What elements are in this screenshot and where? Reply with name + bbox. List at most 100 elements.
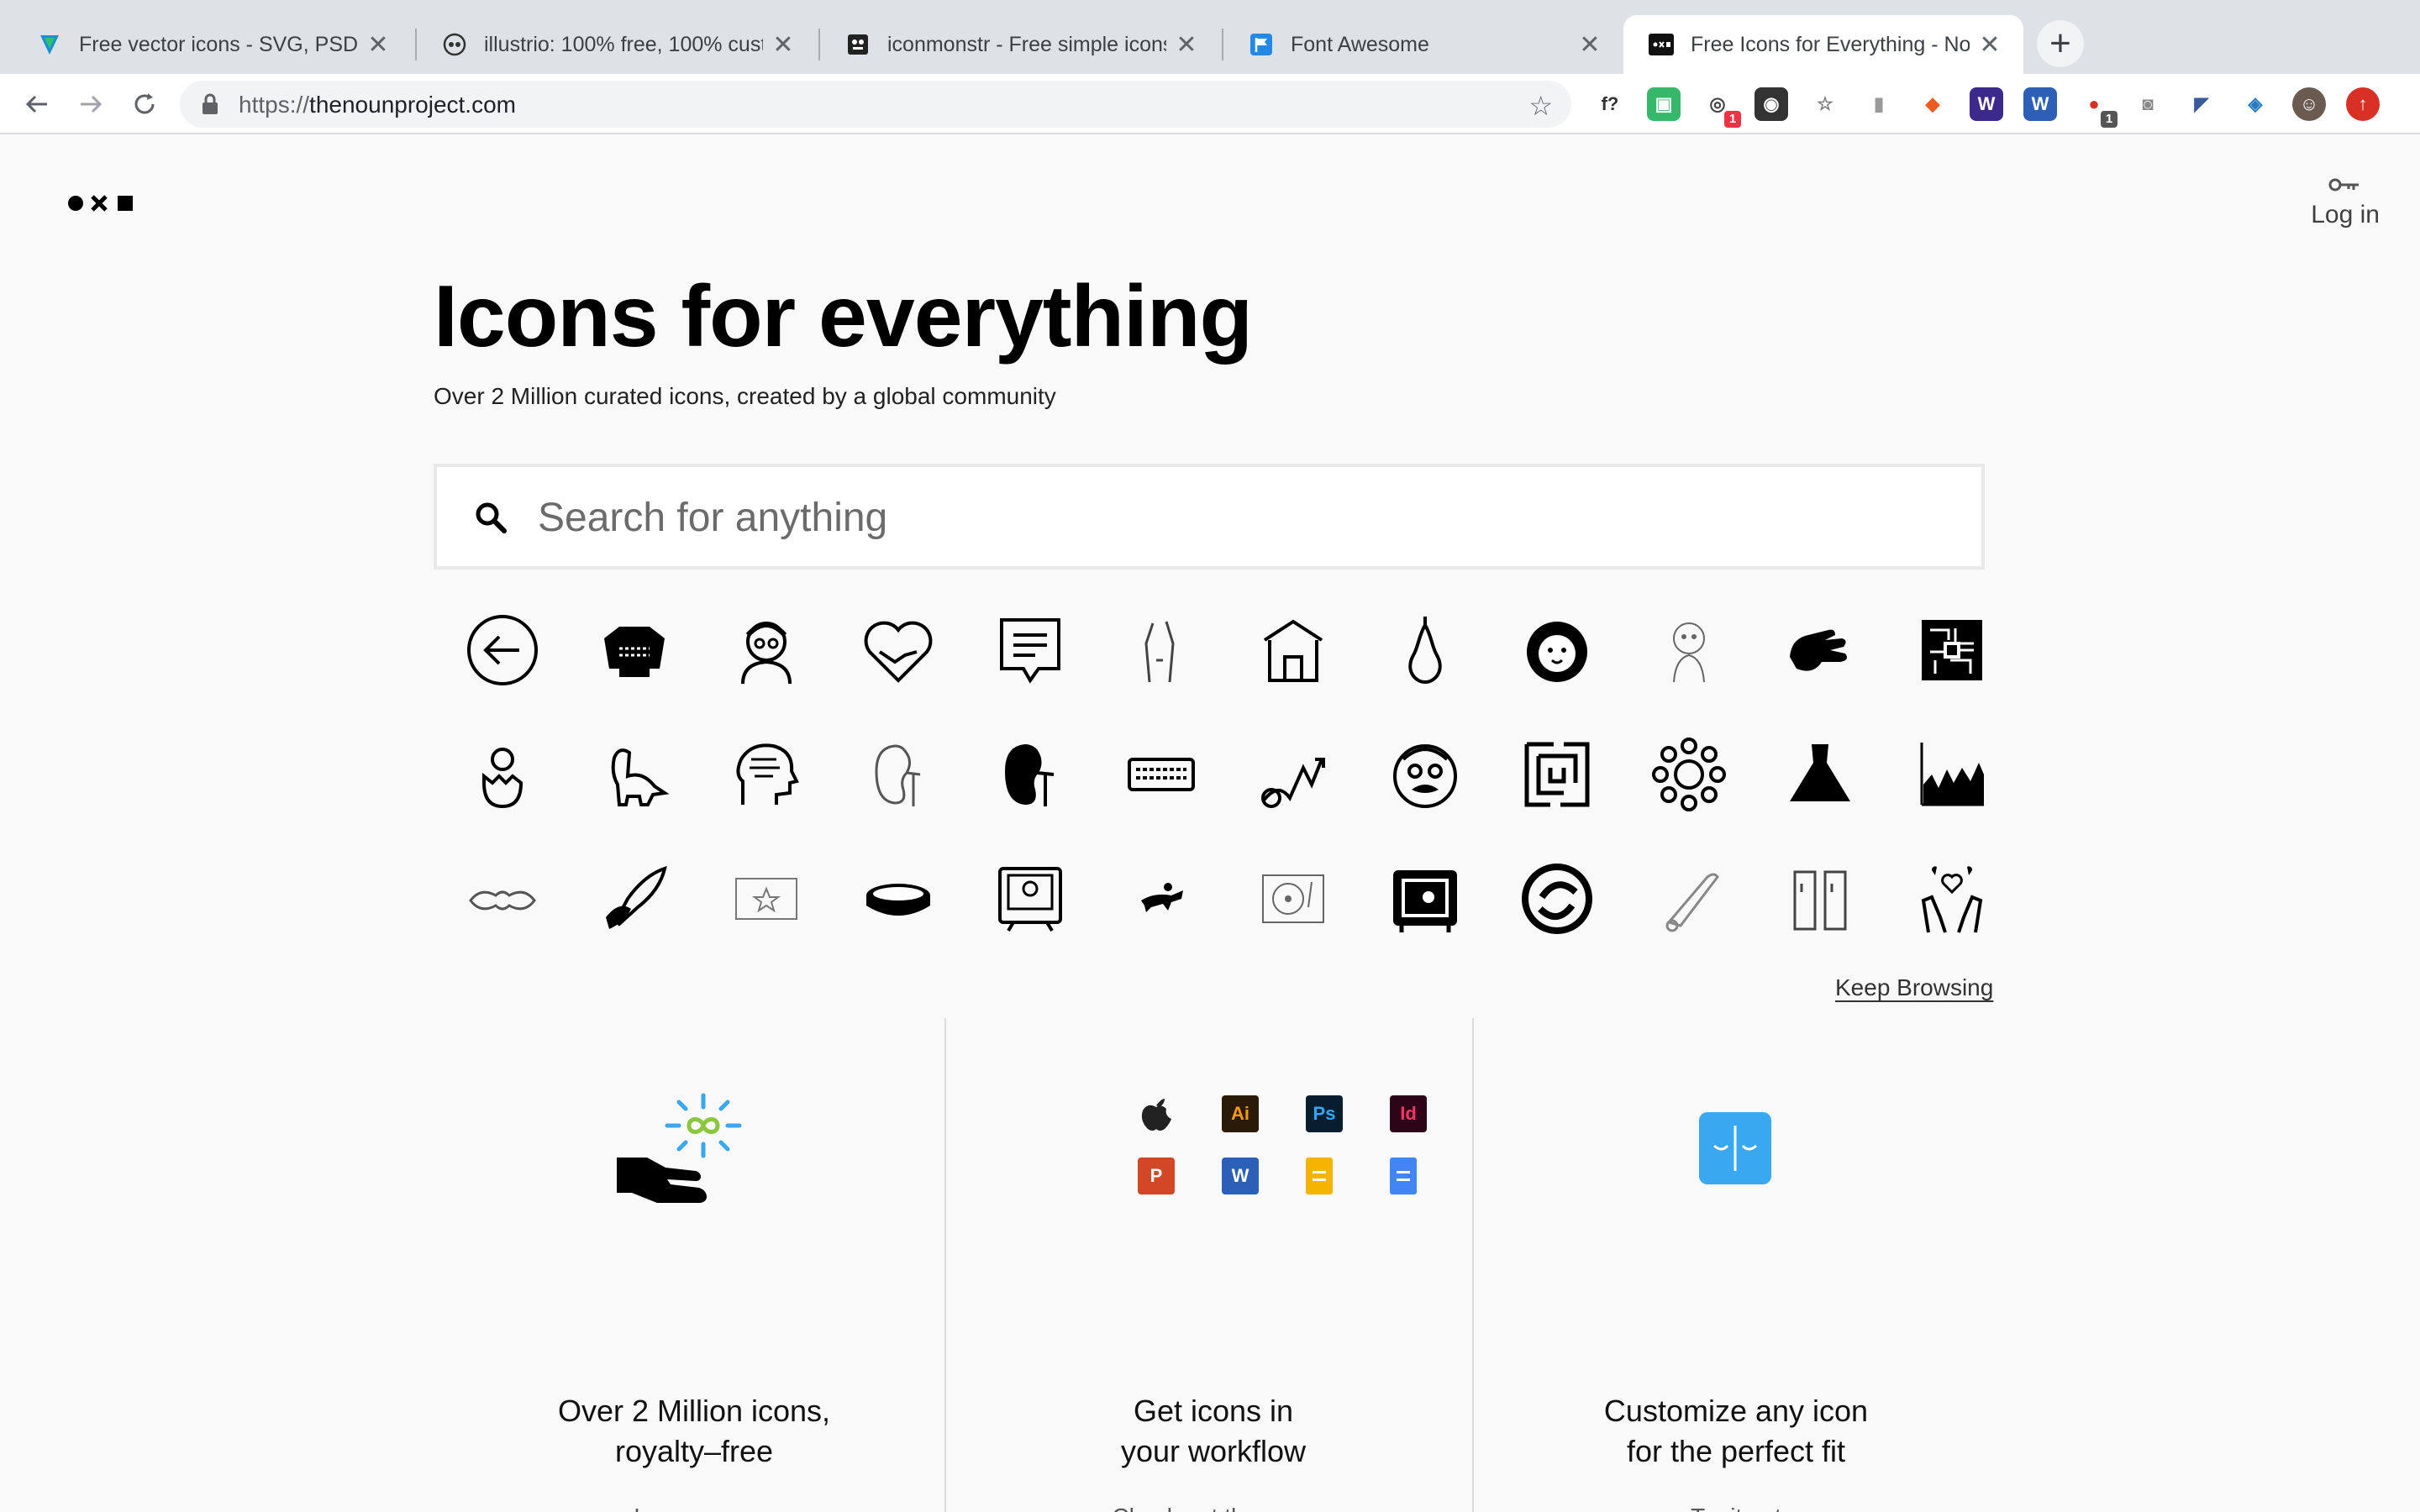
extension-glyph: ◆: [1925, 93, 1940, 114]
feature-title: Over 2 Million icons, royalty–free: [557, 1394, 831, 1468]
page-subtitle: Over 2 Million curated icons, created by…: [434, 383, 1056, 409]
house-door-icon[interactable]: [1228, 588, 1360, 712]
quill-stamp-icon[interactable]: [569, 837, 701, 961]
turntable-icon[interactable]: [1228, 837, 1360, 961]
camera-extension-icon[interactable]: ▮: [1862, 87, 1896, 121]
extension-glyph: ●: [2088, 93, 2100, 114]
illustrio-favicon-icon: [442, 32, 467, 57]
apple-icon[interactable]: [1138, 1095, 1175, 1132]
new-tab-button[interactable]: +: [2037, 20, 2084, 67]
keep-browsing-link[interactable]: Keep Browsing: [1835, 974, 1993, 1001]
bookmark-extension-icon[interactable]: ☆: [1808, 87, 1842, 121]
kidney-filled-icon[interactable]: [964, 712, 1096, 837]
browser-tab-strip: Free vector icons - SVG, PSD, P ✕ illust…: [0, 0, 2420, 74]
close-tab-icon[interactable]: ✕: [1578, 30, 1602, 60]
lion-face-icon[interactable]: [1491, 588, 1623, 712]
app-label: Id: [1400, 1103, 1417, 1124]
keyboard-icon[interactable]: [1096, 712, 1228, 837]
close-tab-icon[interactable]: ✕: [1978, 30, 2002, 60]
shield2-extension-icon[interactable]: ◈: [2238, 87, 2272, 121]
icon-graphic: [469, 890, 537, 911]
login-label: Log in: [2311, 201, 2380, 228]
baby-chick-egg-icon[interactable]: [437, 712, 569, 837]
app-icons-grid: Ai Ps Id P W: [1138, 1095, 1449, 1220]
icon-graphic: [1264, 619, 1323, 682]
w-purple-extension-icon[interactable]: W: [1970, 87, 2003, 121]
gym-lockers-icon[interactable]: [1754, 837, 1886, 961]
browser-tab-3[interactable]: Font Awesome ✕: [1223, 15, 1623, 74]
dinosaur-icon[interactable]: [569, 712, 701, 837]
circuit-board-icon[interactable]: [1886, 588, 2018, 712]
retro-tv-icon[interactable]: [964, 837, 1096, 961]
flag-star-icon[interactable]: [701, 837, 833, 961]
petri-dish-icon[interactable]: [832, 837, 964, 961]
monkey-sketch-icon[interactable]: [1623, 588, 1754, 712]
key-icon: [2328, 178, 2360, 192]
font-ninja-extension-icon[interactable]: f?: [1593, 87, 1627, 121]
browser-tab-2[interactable]: iconmonstr - Free simple icons ✕: [820, 15, 1220, 74]
back-arrow-icon[interactable]: [18, 86, 55, 123]
login-link[interactable]: Log in: [2311, 176, 2380, 229]
sign-language-hand-icon[interactable]: [1754, 588, 1886, 712]
grammar-extension-icon[interactable]: ▣: [1647, 87, 1681, 121]
icon-graphic: [1144, 621, 1175, 683]
learn-more-link[interactable]: Learn more: [434, 1504, 955, 1512]
bread-pretzel-icon[interactable]: [437, 837, 569, 961]
photoshop-icon[interactable]: Ps: [1306, 1095, 1343, 1132]
sweater-icon[interactable]: [569, 588, 701, 712]
browser-tab-0[interactable]: Free vector icons - SVG, PSD, P ✕: [12, 15, 412, 74]
close-tab-icon[interactable]: ✕: [366, 30, 390, 60]
grandpa-face-icon[interactable]: [1360, 712, 1491, 837]
shield-extension-icon[interactable]: ◉: [1754, 87, 1788, 121]
close-tab-icon[interactable]: ✕: [1175, 30, 1198, 60]
chat-document-icon[interactable]: [964, 588, 1096, 712]
hands-heart-icon[interactable]: [1886, 837, 2018, 961]
head-profile-brain-icon[interactable]: [701, 712, 833, 837]
red-extension-icon[interactable]: ● 1: [2077, 87, 2118, 128]
google-docs-icon[interactable]: [1390, 1158, 1417, 1194]
browser-tab-1[interactable]: illustrio: 100% free, 100% custo ✕: [417, 15, 817, 74]
google-slides-icon[interactable]: [1306, 1158, 1333, 1194]
reload-icon[interactable]: [126, 86, 163, 123]
fox-extension-icon[interactable]: ◆: [1916, 87, 1949, 121]
sync-extension-icon[interactable]: ◎ 1: [1701, 87, 1741, 128]
horse-jockey-icon[interactable]: [1096, 837, 1228, 961]
pear-icon[interactable]: [1360, 588, 1491, 712]
check-apps-link[interactable]: Check out the apps: [953, 1504, 1474, 1512]
feature-title: Customize any icon for the perfect fit: [1603, 1394, 1869, 1468]
abstract-arrows-icon[interactable]: [1228, 712, 1360, 837]
noun-project-logo[interactable]: [67, 193, 134, 213]
address-bar[interactable]: https://thenounproject.com ☆: [180, 81, 1571, 128]
word-extension-icon[interactable]: W: [2023, 87, 2057, 121]
word-icon[interactable]: W: [1222, 1158, 1259, 1194]
sunflower-icon[interactable]: [1623, 712, 1754, 837]
kidney-outline-icon[interactable]: [832, 712, 964, 837]
safe-icon[interactable]: [1360, 837, 1491, 961]
arrow-left-circle-icon[interactable]: [437, 588, 569, 712]
search-box[interactable]: [434, 464, 1985, 570]
url-host: thenounproject.com: [309, 92, 516, 118]
forward-arrow-icon[interactable]: [72, 86, 109, 123]
close-tab-icon[interactable]: ✕: [771, 30, 795, 60]
fingers-sign-icon[interactable]: [1096, 588, 1228, 712]
recycle-circle-icon[interactable]: [1491, 837, 1623, 961]
indesign-icon[interactable]: Id: [1390, 1095, 1427, 1132]
nail-clipper-icon[interactable]: [1623, 837, 1754, 961]
icon-graphic: [1521, 864, 1592, 934]
search-input[interactable]: [538, 487, 1949, 548]
dress-icon[interactable]: [1754, 712, 1886, 837]
try-it-out-link[interactable]: Try it out: [1476, 1504, 1996, 1512]
extension-glyph: ▮: [1873, 93, 1885, 114]
bookmark-star-icon[interactable]: ☆: [1528, 90, 1553, 122]
browser-tab-4-active[interactable]: Free Icons for Everything - Nou ✕: [1623, 15, 2023, 74]
maze-icon[interactable]: [1491, 712, 1623, 837]
update-extension-icon[interactable]: ↑: [2346, 87, 2380, 121]
screenshot-extension-icon[interactable]: ◙: [2131, 87, 2165, 121]
powerpoint-icon[interactable]: P: [1138, 1158, 1175, 1194]
heart-handshake-icon[interactable]: [832, 588, 964, 712]
illustrator-icon[interactable]: Ai: [1222, 1095, 1259, 1132]
arrow-extension-icon[interactable]: ◤: [2185, 87, 2218, 121]
area-chart-icon[interactable]: [1886, 712, 2018, 837]
avatar-extension-icon[interactable]: ☺: [2292, 87, 2326, 121]
grandma-icon[interactable]: [701, 588, 833, 712]
